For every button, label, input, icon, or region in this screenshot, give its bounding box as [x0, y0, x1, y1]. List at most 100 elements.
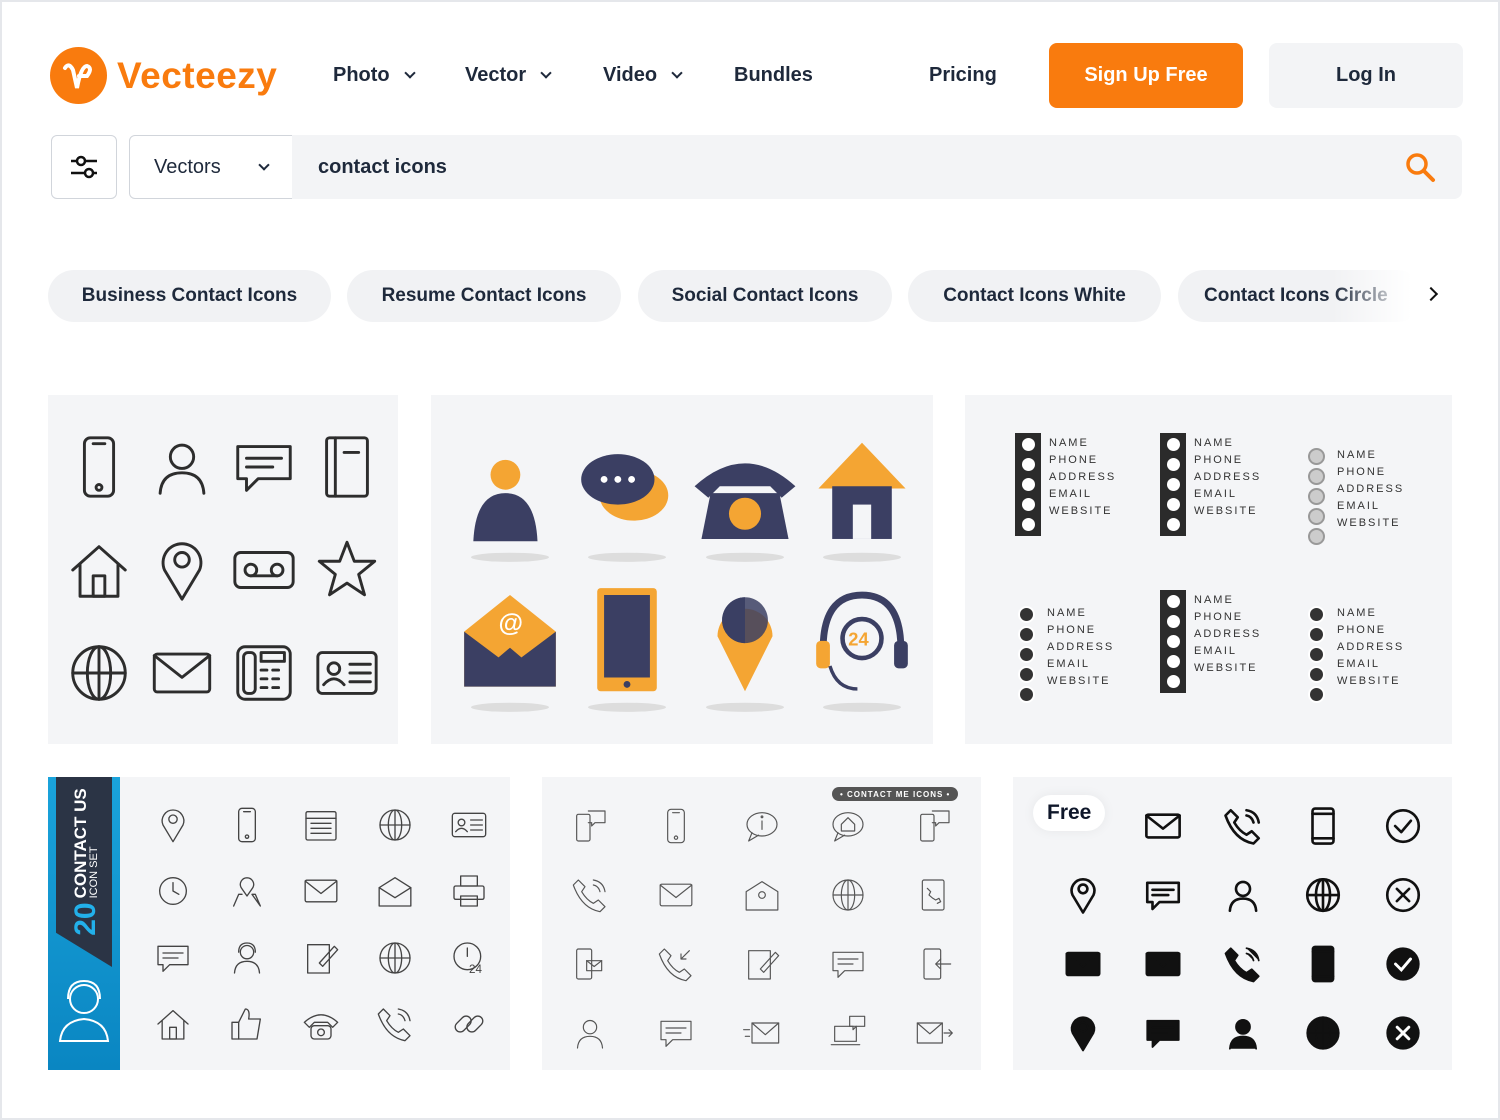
- support-user-icon: [210, 925, 284, 991]
- field-label: ADDRESS: [1194, 628, 1262, 640]
- chip-contact-icons-white[interactable]: Contact Icons White: [908, 270, 1161, 322]
- contact-card-template: NAME PHONE ADDRESS EMAIL WEBSITE: [1160, 590, 1261, 693]
- field-icon: [1019, 456, 1037, 473]
- globe-icon: [358, 792, 432, 858]
- chevron-down-icon: [258, 158, 270, 171]
- search-bar: [292, 135, 1462, 199]
- telephone-icon: [284, 991, 358, 1057]
- svg-text:@: @: [498, 610, 523, 638]
- field-label: WEBSITE: [1194, 505, 1258, 517]
- nav-label: Video: [603, 64, 658, 86]
- field-icon: [1017, 626, 1035, 643]
- field-label: NAME: [1194, 594, 1234, 606]
- field-label: ADDRESS: [1337, 483, 1405, 495]
- field-labels: NAME PHONE ADDRESS EMAIL WEBSITE: [1194, 590, 1261, 693]
- nav-label: Bundles: [734, 64, 813, 86]
- printer-icon: [432, 858, 506, 924]
- field-label: PHONE: [1049, 454, 1099, 466]
- vecteezy-logo[interactable]: Vecteezy: [50, 47, 277, 104]
- filter-button[interactable]: [51, 135, 117, 199]
- fax-icon: [223, 622, 306, 725]
- contact-card-template: NAME PHONE ADDRESS EMAIL WEBSITE: [1160, 433, 1261, 536]
- phone-ring-icon: [547, 861, 633, 930]
- mail-send-icon: [891, 998, 977, 1067]
- contact-card-template: NAME PHONE ADDRESS EMAIL WEBSITE: [1303, 445, 1404, 548]
- field-icon: [1164, 613, 1182, 630]
- pin-icon: [1043, 861, 1123, 930]
- phone-icon: [633, 792, 719, 861]
- mail-icon: [141, 622, 224, 725]
- result-card-free-icons[interactable]: Free: [1013, 777, 1452, 1070]
- field-label: NAME: [1337, 607, 1377, 619]
- field-icon: [1164, 436, 1182, 453]
- field-label: WEBSITE: [1337, 675, 1401, 687]
- field-icon: [1019, 516, 1037, 533]
- logo-mark-icon: [50, 47, 107, 104]
- set-subtitle: ICON SET: [88, 846, 100, 899]
- nav-bundles[interactable]: Bundles: [734, 64, 813, 87]
- mail-icon: [1123, 792, 1203, 861]
- nav-video[interactable]: Video: [603, 64, 683, 87]
- phone-chat-icon: [891, 792, 977, 861]
- field-label: NAME: [1047, 607, 1087, 619]
- headset-24-icon: 24: [804, 575, 922, 725]
- field-label: WEBSITE: [1194, 662, 1258, 674]
- link-icon: [432, 991, 506, 1057]
- field-icon: [1164, 476, 1182, 493]
- banner-text: 20 CONTACT US ICON SET: [66, 787, 106, 937]
- chat-bubbles-icon: [569, 425, 687, 575]
- field-label: WEBSITE: [1337, 517, 1401, 529]
- field-icon: [1307, 448, 1325, 465]
- nav-photo[interactable]: Photo: [333, 64, 416, 87]
- logo-wordmark: Vecteezy: [117, 54, 278, 96]
- search-input[interactable]: [318, 155, 1404, 179]
- icon-bar: [1160, 433, 1186, 536]
- field-icon: [1017, 646, 1035, 663]
- icon-bar: [1160, 590, 1186, 693]
- asset-type-select[interactable]: Vectors: [129, 135, 293, 199]
- tablet-icon: [569, 575, 687, 725]
- field-label: EMAIL: [1047, 658, 1091, 670]
- sign-up-button[interactable]: Sign Up Free: [1049, 43, 1243, 108]
- chip-business-contact-icons[interactable]: Business Contact Icons: [48, 270, 331, 322]
- chevron-down-icon: [403, 67, 416, 79]
- mail-at-icon: [719, 861, 805, 930]
- field-label: WEBSITE: [1049, 505, 1113, 517]
- field-icon: [1164, 653, 1182, 670]
- nav-pricing[interactable]: Pricing: [929, 64, 997, 87]
- field-label: ADDRESS: [1194, 471, 1262, 483]
- search-icon[interactable]: [1404, 151, 1436, 183]
- nav-vector[interactable]: Vector: [465, 64, 552, 87]
- field-icon: [1017, 606, 1035, 623]
- chevron-down-icon: [671, 67, 683, 79]
- mail-icon: [633, 861, 719, 930]
- chip-social-contact-icons[interactable]: Social Contact Icons: [638, 270, 892, 322]
- result-card-outline-icons[interactable]: [48, 395, 398, 744]
- phone-icon: [210, 792, 284, 858]
- support-user-icon: [451, 425, 569, 575]
- field-label: EMAIL: [1194, 488, 1238, 500]
- result-card-contact-me-icons[interactable]: • CONTACT ME ICONS •: [542, 777, 981, 1070]
- user-icon: [1203, 998, 1283, 1067]
- log-in-button[interactable]: Log In: [1269, 43, 1463, 108]
- result-card-flat-icons[interactable]: @24: [431, 395, 933, 744]
- chip-resume-contact-icons[interactable]: Resume Contact Icons: [347, 270, 621, 322]
- mail-icon: [1123, 930, 1203, 999]
- field-labels: NAME PHONE ADDRESS EMAIL WEBSITE: [1194, 433, 1261, 536]
- phone-mail-icon: [547, 930, 633, 999]
- field-label: NAME: [1049, 437, 1089, 449]
- phone-ring-icon: [1203, 930, 1283, 999]
- info-chat-icon: [719, 792, 805, 861]
- user-icon: [547, 998, 633, 1067]
- edit-icon: [284, 925, 358, 991]
- icon-bar: [1015, 433, 1041, 536]
- chat-icon: [633, 998, 719, 1067]
- mail-icon: [1043, 930, 1123, 999]
- notebook-icon: [306, 415, 389, 518]
- result-card-contact-us-set[interactable]: 20 CONTACT US ICON SET 24: [48, 777, 510, 1070]
- globe-icon: [1283, 861, 1363, 930]
- tablet-icon: [1283, 930, 1363, 999]
- idcard-icon: [306, 622, 389, 725]
- result-card-contact-cards[interactable]: NAME PHONE ADDRESS EMAIL WEBSITE NAME PHONE ADD…: [965, 395, 1452, 744]
- field-label: EMAIL: [1194, 645, 1238, 657]
